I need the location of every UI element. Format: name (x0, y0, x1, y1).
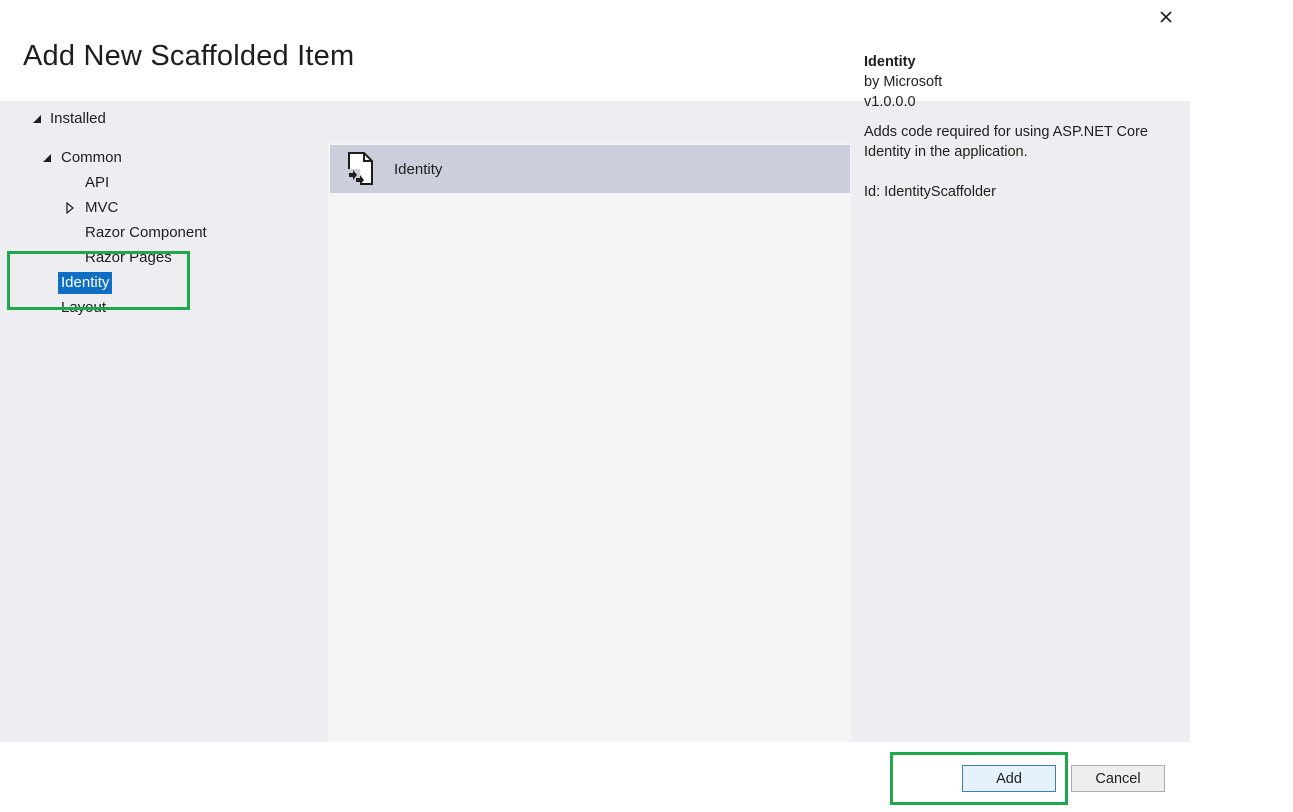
tree-node-identity[interactable]: Identity (58, 272, 113, 294)
collapsed-arrow-icon[interactable] (63, 201, 77, 215)
tree-label-identity: Identity (58, 272, 113, 294)
close-icon (1159, 10, 1173, 29)
scaffold-file-icon (344, 151, 376, 187)
tree-node-razor-pages[interactable]: Razor Pages (82, 247, 175, 269)
dialog-title: Add New Scaffolded Item (23, 40, 355, 72)
tree-node-api[interactable]: API (82, 172, 112, 194)
tree-label-razor-pages: Razor Pages (85, 249, 172, 266)
tree-label-common: Common (61, 149, 122, 166)
cancel-button[interactable]: Cancel (1071, 765, 1165, 792)
tree-node-layout[interactable]: Layout (58, 297, 109, 319)
category-tree: Installed Common API MVC Razor Component (0, 101, 328, 742)
details-author: by Microsoft (864, 74, 943, 90)
details-version: v1.0.0.0 (864, 94, 916, 110)
tree-node-razor-component[interactable]: Razor Component (82, 222, 210, 244)
tree-node-mvc[interactable]: MVC (63, 197, 121, 219)
template-list: Identity (328, 143, 851, 742)
template-item-name: Identity (394, 160, 443, 178)
tree-label-razor-component: Razor Component (85, 224, 207, 241)
details-title: Identity (864, 54, 916, 70)
close-button[interactable] (1155, 8, 1177, 30)
tree-label-layout: Layout (61, 299, 107, 316)
details-id: Id: IdentityScaffolder (864, 184, 996, 200)
tree-label-mvc: MVC (85, 199, 119, 216)
scaffold-dialog: Add New Scaffolded Item Installed Common… (0, 0, 1190, 812)
template-details: Identity by Microsoft v1.0.0.0 Adds code… (864, 52, 1174, 202)
template-item-identity[interactable]: Identity (330, 145, 850, 193)
expanded-arrow-icon[interactable] (30, 112, 44, 126)
tree-node-common[interactable]: Common (40, 147, 125, 169)
tree-label-api: API (85, 174, 110, 191)
tree-label-installed: Installed (50, 110, 106, 127)
add-button[interactable]: Add (962, 765, 1056, 792)
tree-node-installed[interactable]: Installed (30, 108, 109, 130)
expanded-arrow-icon[interactable] (40, 151, 54, 165)
details-description: Adds code required for using ASP.NET Cor… (864, 124, 1148, 160)
